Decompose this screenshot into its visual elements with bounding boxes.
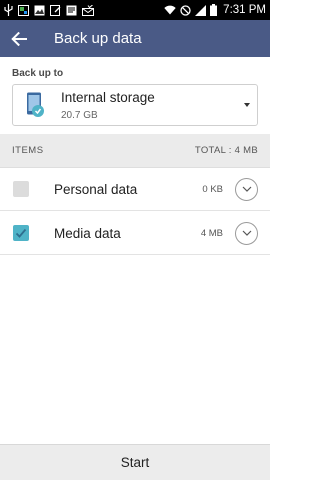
dropdown-caret-icon <box>244 103 250 107</box>
item-name: Personal data <box>54 181 138 197</box>
item-size: 0 KB <box>202 183 223 195</box>
wifi-icon <box>164 5 176 15</box>
image-icon <box>34 5 45 15</box>
notification-icons <box>4 4 94 16</box>
bottom-bar: Start <box>0 444 270 480</box>
status-bar: 7:31 PM <box>0 0 270 20</box>
phone-storage-icon <box>27 92 44 117</box>
storage-name: Internal storage <box>61 89 155 105</box>
note-icon <box>50 4 61 16</box>
signal-icon <box>195 4 207 16</box>
items-total: TOTAL : 4 MB <box>194 145 258 156</box>
items-label: ITEMS <box>12 145 44 156</box>
app-bar: Back up data <box>0 20 270 57</box>
expand-button[interactable] <box>235 221 258 245</box>
gallery-icon <box>18 4 29 16</box>
arrow-left-icon <box>11 31 27 46</box>
system-icons: 7:31 PM <box>164 4 266 16</box>
backup-to-label: Back up to <box>12 68 64 79</box>
usb-icon <box>4 4 13 16</box>
chevron-down-icon <box>242 186 251 192</box>
mail-check-icon <box>82 4 94 16</box>
chevron-down-icon <box>242 230 251 236</box>
storage-dropdown[interactable]: Internal storage 20.7 GB <box>12 84 258 126</box>
media-data-checkbox[interactable] <box>13 225 29 241</box>
back-button[interactable] <box>0 20 38 57</box>
battery-icon <box>210 4 218 16</box>
start-button[interactable]: Start <box>121 455 150 470</box>
items-header: ITEMS TOTAL : 4 MB <box>0 134 270 168</box>
page-title: Back up data <box>54 30 142 47</box>
list-item-media-data[interactable]: Media data 4 MB <box>0 212 270 255</box>
expand-button[interactable] <box>235 177 258 201</box>
checkmark-icon <box>15 228 27 238</box>
item-size: 4 MB <box>200 227 223 239</box>
clock: 7:31 PM <box>223 4 266 16</box>
storage-size: 20.7 GB <box>61 109 98 121</box>
list-item-personal-data[interactable]: Personal data 0 KB <box>0 168 270 211</box>
do-not-disturb-icon <box>180 4 191 16</box>
item-name: Media data <box>54 225 121 241</box>
personal-data-checkbox[interactable] <box>13 181 29 197</box>
news-icon <box>66 5 77 15</box>
